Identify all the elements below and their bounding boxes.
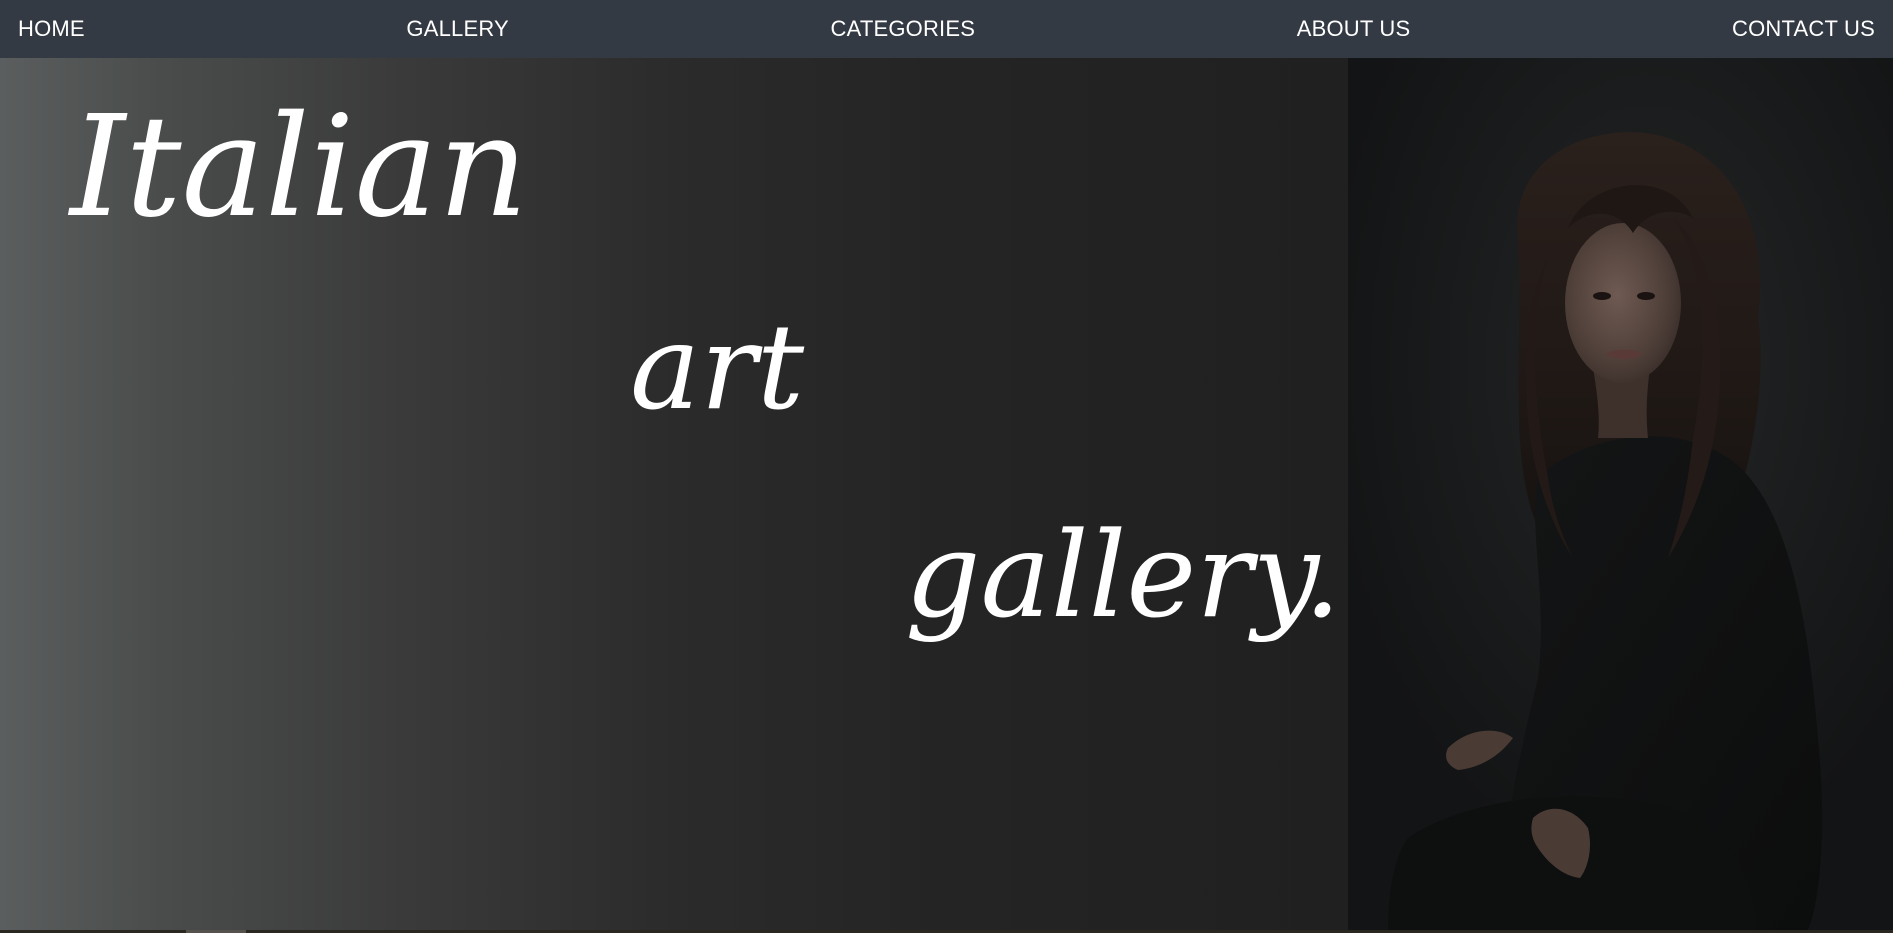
page: HOME GALLERY CATEGORIES ABOUT US CONTACT…: [0, 0, 1893, 933]
nav-link-contact-us[interactable]: CONTACT US: [1732, 16, 1875, 42]
portrait-illustration: [1348, 58, 1893, 930]
nav-link-gallery[interactable]: GALLERY: [406, 16, 509, 42]
top-navbar: HOME GALLERY CATEGORIES ABOUT US CONTACT…: [0, 0, 1893, 58]
nav-link-about-us[interactable]: ABOUT US: [1297, 16, 1411, 42]
nav-link-categories[interactable]: CATEGORIES: [831, 16, 976, 42]
nav-link-home[interactable]: HOME: [18, 16, 85, 42]
portrait-photo: [1348, 58, 1893, 930]
hero-title-art: art: [630, 298, 805, 436]
hero-section: Italian art gallery...: [0, 58, 1893, 930]
hero-title-gallery: gallery...: [905, 506, 1417, 644]
hero-title-italian: Italian: [70, 86, 529, 249]
